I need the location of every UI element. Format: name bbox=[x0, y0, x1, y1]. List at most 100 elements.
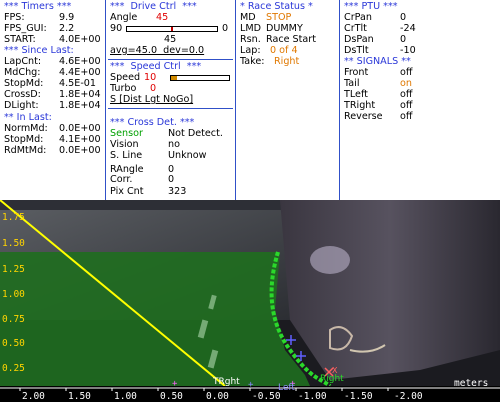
tail-row: Tail on bbox=[344, 78, 412, 89]
angle-bar bbox=[126, 26, 218, 32]
ptu-header: *** PTU *** bbox=[344, 1, 398, 12]
pixcnt-label: Pix Cnt bbox=[110, 186, 144, 197]
angle-avg-text: avg=45.0 dev=0.0 bbox=[110, 45, 205, 56]
light-reflection bbox=[310, 246, 350, 274]
lmd-row: LMD DUMMY bbox=[240, 23, 303, 34]
y-axis-label-1: 1.75 bbox=[2, 212, 25, 223]
x-axis-label-1: 2.00 bbox=[22, 391, 45, 402]
fps-gui-value: 2.2 bbox=[59, 23, 75, 34]
signals-header: ** SIGNALS ** bbox=[344, 56, 411, 67]
tleft-value: off bbox=[400, 89, 413, 100]
svg-text:+: + bbox=[172, 379, 178, 389]
camera-view: + + + 1.75 1.50 1.25 1.00 0.75 0.50 0.25… bbox=[0, 200, 500, 400]
status-panel: *** Timers *** FPS: 9.9 FPS_GUI: 2.2 STAR… bbox=[0, 0, 500, 200]
x-axis-label-7: -1.00 bbox=[298, 391, 327, 402]
y-axis-label-7: 0.25 bbox=[2, 363, 25, 374]
take-label: Take: bbox=[240, 56, 265, 67]
rsn-row: Rsn. Race Start bbox=[240, 34, 316, 45]
dspan-label: DsPan bbox=[344, 34, 374, 45]
y-axis-label-3: 1.25 bbox=[2, 264, 25, 275]
lmd-label: LMD bbox=[240, 23, 262, 34]
tleft-label: TLeft bbox=[344, 89, 368, 100]
tright-value: off bbox=[400, 100, 413, 111]
corr-row: Corr. 0 bbox=[110, 174, 174, 185]
ptu-column: *** PTU *** CrPan 0 CrTlt -24 DsPan 0 DsTlt… bbox=[340, 0, 500, 200]
overlay-tright-label: TRght bbox=[213, 377, 240, 387]
normmd-label: NormMd: bbox=[4, 123, 48, 134]
lap-value: 0 of 4 bbox=[270, 45, 298, 56]
turbo-value: 0 bbox=[150, 83, 157, 94]
take-value: Right bbox=[274, 56, 300, 67]
units-label: meters bbox=[454, 378, 489, 389]
fps-label: FPS: bbox=[4, 12, 25, 23]
y-axis-label-6: 0.50 bbox=[2, 338, 25, 349]
rdmtmd-label: RdMtMd: bbox=[4, 145, 47, 156]
tail-value: on bbox=[400, 78, 412, 89]
stopmd2-label: StopMd: bbox=[4, 134, 44, 145]
lmd-value: DUMMY bbox=[266, 23, 303, 34]
lap-row: Lap: 0 of 4 bbox=[240, 45, 298, 56]
stopmd-row: StopMd: 4.5E-01 bbox=[4, 78, 96, 89]
speed-value: 10 bbox=[144, 72, 157, 83]
dstilt-row: DsTlt -10 bbox=[344, 45, 416, 56]
stopmd2-value: 4.1E+00 bbox=[59, 134, 101, 145]
start-row: START: 4.0E+00 bbox=[4, 34, 101, 45]
normmd-row: NormMd: 0.0E+00 bbox=[4, 123, 101, 134]
md-row: MD STOP bbox=[240, 12, 291, 23]
reverse-value: off bbox=[400, 111, 413, 122]
corr-label: Corr. bbox=[110, 174, 133, 185]
crpan-label: CrPan bbox=[344, 12, 372, 23]
angle-label: Angle bbox=[110, 12, 138, 23]
fps-row: FPS: 9.9 bbox=[4, 12, 74, 23]
overlay-x-label: X bbox=[332, 366, 338, 375]
angle-center-label: 45 bbox=[164, 34, 177, 45]
x-axis-label-6: -0.50 bbox=[252, 391, 281, 402]
angle-row: Angle 45 bbox=[110, 12, 168, 23]
md-value: STOP bbox=[266, 12, 292, 23]
stopmd-label: StopMd: bbox=[4, 78, 44, 89]
x-axis-label-5: 0.00 bbox=[206, 391, 229, 402]
angle-value: 45 bbox=[156, 12, 169, 23]
dstilt-label: DsTlt bbox=[344, 45, 369, 56]
front-label: Front bbox=[344, 67, 369, 78]
crpan-row: CrPan 0 bbox=[344, 12, 406, 23]
s-dist-text: S [Dist Lgt NoGo] bbox=[110, 94, 194, 105]
vision-row: Vision no bbox=[110, 139, 180, 150]
normmd-value: 0.0E+00 bbox=[59, 123, 101, 134]
y-axis-label-2: 1.50 bbox=[2, 238, 25, 249]
start-value: 4.0E+00 bbox=[59, 34, 101, 45]
dlight-row: DLight: 1.8E+04 bbox=[4, 100, 101, 111]
speed-row: Speed 10 bbox=[110, 72, 156, 83]
timers-column: *** Timers *** FPS: 9.9 FPS_GUI: 2.2 STAR… bbox=[0, 0, 106, 200]
fps-gui-row: FPS_GUI: 2.2 bbox=[4, 23, 74, 34]
reverse-row: Reverse off bbox=[344, 111, 412, 122]
x-axis-label-8: -1.50 bbox=[344, 391, 373, 402]
stopmd2-row: StopMd: 4.1E+00 bbox=[4, 134, 101, 145]
since-last-header: *** Since Last: bbox=[4, 45, 74, 56]
x-axis-label-9: -2.00 bbox=[394, 391, 423, 402]
svg-text:+: + bbox=[248, 380, 254, 390]
speed-bar-fill bbox=[171, 76, 177, 80]
turbo-label: Turbo bbox=[110, 83, 137, 94]
race-column: * Race Status * MD STOP LMD DUMMY Rsn. Race… bbox=[236, 0, 340, 200]
x-axis-label-3: 1.00 bbox=[114, 391, 137, 402]
drive-column: *** Drive Ctrl *** Angle 45 90 0 45 avg=4… bbox=[106, 0, 236, 200]
tright-row: TRight off bbox=[344, 100, 412, 111]
sline-label: S. Line bbox=[110, 150, 143, 161]
dstilt-value: -10 bbox=[400, 45, 416, 56]
sensor-row: Sensor Not Detect. bbox=[110, 128, 223, 139]
rsn-label: Rsn. bbox=[240, 34, 261, 45]
start-label: START: bbox=[4, 34, 36, 45]
sline-value: Unknow bbox=[168, 150, 207, 161]
dlight-value: 1.8E+04 bbox=[59, 100, 101, 111]
green-detection-zone bbox=[0, 252, 310, 386]
crpan-value: 0 bbox=[400, 12, 407, 23]
crossd-label: CrossD: bbox=[4, 89, 41, 100]
speed-header: *** Speed Ctrl *** bbox=[110, 61, 202, 72]
corr-value: 0 bbox=[168, 174, 175, 185]
dspan-value: 0 bbox=[400, 34, 407, 45]
x-axis-label-2: 1.50 bbox=[68, 391, 91, 402]
lap-label: Lap: bbox=[240, 45, 261, 56]
crtilt-value: -24 bbox=[400, 23, 416, 34]
y-axis-label-5: 0.75 bbox=[2, 314, 25, 325]
